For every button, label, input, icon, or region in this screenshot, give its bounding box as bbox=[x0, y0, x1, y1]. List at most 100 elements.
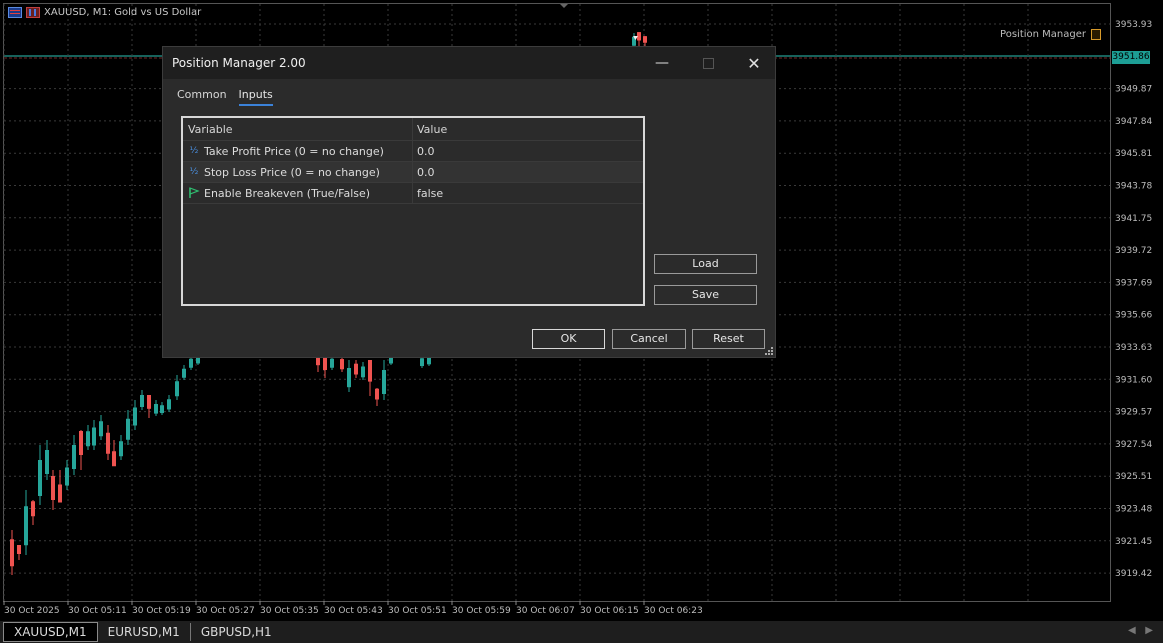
price-axis-label: 3943.78 bbox=[1115, 182, 1152, 192]
time-axis-label: 30 Oct 06:15 bbox=[580, 606, 639, 616]
table-header: Variable Value bbox=[183, 118, 643, 141]
tab-scroll-arrows[interactable]: ◀ ▶ bbox=[1128, 625, 1153, 636]
candle-body bbox=[65, 467, 69, 486]
price-axis-label: 3945.81 bbox=[1115, 149, 1152, 159]
position-manager-dialog: Position Manager 2.00 — ✕ Common Inputs … bbox=[162, 46, 776, 358]
variable-cell: ½ Take Profit Price (0 = no change) bbox=[183, 141, 413, 161]
scroll-right-icon[interactable]: ▶ bbox=[1145, 625, 1153, 636]
candle-body bbox=[79, 431, 83, 455]
dialog-tabs: Common Inputs bbox=[177, 88, 273, 106]
candle-body bbox=[175, 381, 179, 397]
minimize-button[interactable]: — bbox=[639, 47, 685, 79]
candle-body bbox=[58, 484, 62, 503]
candle-body bbox=[10, 539, 14, 567]
candle-body bbox=[167, 399, 171, 410]
price-axis-label: 3947.84 bbox=[1115, 117, 1152, 127]
current-price-label: 3951.86 bbox=[1112, 51, 1150, 64]
candle-body bbox=[389, 357, 393, 364]
column-header-variable[interactable]: Variable bbox=[183, 118, 413, 140]
candle-body bbox=[154, 404, 158, 414]
tab-common[interactable]: Common bbox=[177, 88, 227, 106]
gold-symbol-icon bbox=[26, 7, 40, 18]
candle-body bbox=[17, 545, 21, 554]
candle-body bbox=[643, 36, 647, 43]
resize-grip-icon[interactable] bbox=[765, 347, 773, 355]
price-axis-label: 3941.75 bbox=[1115, 214, 1152, 224]
time-axis-label: 30 Oct 05:19 bbox=[132, 606, 191, 616]
reset-button[interactable]: Reset bbox=[692, 329, 765, 349]
price-axis-label: 3925.51 bbox=[1115, 472, 1152, 482]
candle-body bbox=[147, 395, 151, 409]
column-header-value[interactable]: Value bbox=[413, 123, 447, 136]
time-axis-label: 30 Oct 05:11 bbox=[68, 606, 127, 616]
symbol-tab-gbpusd[interactable]: GBPUSD,H1 bbox=[191, 623, 282, 641]
candle-body bbox=[133, 407, 137, 426]
candle-body bbox=[119, 441, 123, 457]
load-button[interactable]: Load bbox=[654, 254, 757, 274]
table-row[interactable]: Enable Breakeven (True/False) false bbox=[183, 183, 643, 204]
price-axis-label: 3939.72 bbox=[1115, 246, 1152, 256]
candle-body bbox=[112, 451, 116, 467]
price-axis-label: 3921.45 bbox=[1115, 537, 1152, 547]
candle-body bbox=[86, 431, 90, 447]
candle-body bbox=[51, 476, 55, 500]
time-axis-label: 30 Oct 2025 bbox=[4, 606, 60, 616]
candle-body bbox=[140, 395, 144, 407]
close-icon: ✕ bbox=[747, 53, 761, 73]
price-axis-label: 3919.42 bbox=[1115, 569, 1152, 579]
variable-name: Take Profit Price (0 = no change) bbox=[204, 144, 384, 158]
variable-cell: ½ Stop Loss Price (0 = no change) bbox=[183, 162, 413, 182]
candle-body bbox=[160, 405, 164, 414]
candle-body bbox=[354, 363, 358, 375]
inputs-table[interactable]: Variable Value ½ Take Profit Price (0 = … bbox=[181, 116, 645, 306]
candle-body bbox=[31, 501, 35, 517]
table-row[interactable]: ½ Take Profit Price (0 = no change) 0.0 bbox=[183, 141, 643, 162]
symbol-tab-xauusd[interactable]: XAUUSD,M1 bbox=[3, 622, 98, 642]
candle-body bbox=[38, 460, 42, 496]
time-axis-label: 30 Oct 05:51 bbox=[388, 606, 447, 616]
candle-body bbox=[196, 357, 200, 364]
cancel-button[interactable]: Cancel bbox=[612, 329, 686, 349]
expert-advisor-name: Position Manager bbox=[1000, 29, 1086, 40]
symbol-tabs-bar: XAUUSD,M1 EURUSD,M1 GBPUSD,H1 bbox=[0, 621, 1163, 643]
tab-inputs[interactable]: Inputs bbox=[238, 88, 273, 106]
maximize-button[interactable] bbox=[685, 47, 731, 79]
candle-body bbox=[72, 445, 76, 469]
candle-body bbox=[92, 427, 96, 446]
expert-advisor-label[interactable]: Position Manager bbox=[1000, 29, 1101, 40]
dialog-title: Position Manager 2.00 bbox=[172, 56, 306, 70]
expert-advisor-icon bbox=[1091, 29, 1101, 40]
chart-title-text: XAUUSD, M1: Gold vs US Dollar bbox=[44, 7, 202, 18]
symbol-tab-eurusd[interactable]: EURUSD,M1 bbox=[98, 623, 191, 641]
candle-body bbox=[382, 370, 386, 394]
candle-body bbox=[106, 432, 110, 454]
scroll-left-icon[interactable]: ◀ bbox=[1128, 625, 1136, 636]
candle-body bbox=[375, 388, 379, 400]
candle-body bbox=[340, 359, 344, 370]
chart-shift-marker-icon[interactable] bbox=[560, 4, 568, 8]
value-cell[interactable]: false bbox=[413, 187, 443, 200]
table-row[interactable]: ½ Stop Loss Price (0 = no change) 0.0 bbox=[183, 162, 643, 183]
price-axis-label: 3929.57 bbox=[1115, 408, 1152, 418]
close-button[interactable]: ✕ bbox=[731, 47, 777, 79]
time-axis-label: 30 Oct 05:59 bbox=[452, 606, 511, 616]
save-button[interactable]: Save bbox=[654, 285, 757, 305]
ok-button[interactable]: OK bbox=[532, 329, 605, 349]
candle-body bbox=[99, 421, 103, 437]
time-axis-label: 30 Oct 05:27 bbox=[196, 606, 255, 616]
time-axis-label: 30 Oct 05:43 bbox=[324, 606, 383, 616]
chart-window-icon[interactable] bbox=[8, 7, 22, 18]
value-cell[interactable]: 0.0 bbox=[413, 145, 435, 158]
maximize-icon bbox=[702, 57, 714, 69]
fraction-icon: ½ bbox=[189, 146, 199, 156]
price-axis-label: 3923.48 bbox=[1115, 505, 1152, 515]
candle-body bbox=[368, 360, 372, 382]
candle-body bbox=[45, 450, 49, 474]
value-cell[interactable]: 0.0 bbox=[413, 166, 435, 179]
fraction-icon: ½ bbox=[189, 167, 199, 177]
price-axis-label: 3927.54 bbox=[1115, 440, 1152, 450]
candle-body bbox=[323, 358, 327, 370]
candle-body bbox=[24, 506, 28, 546]
dialog-titlebar[interactable]: Position Manager 2.00 — ✕ bbox=[163, 47, 775, 79]
candle-body bbox=[126, 418, 130, 440]
